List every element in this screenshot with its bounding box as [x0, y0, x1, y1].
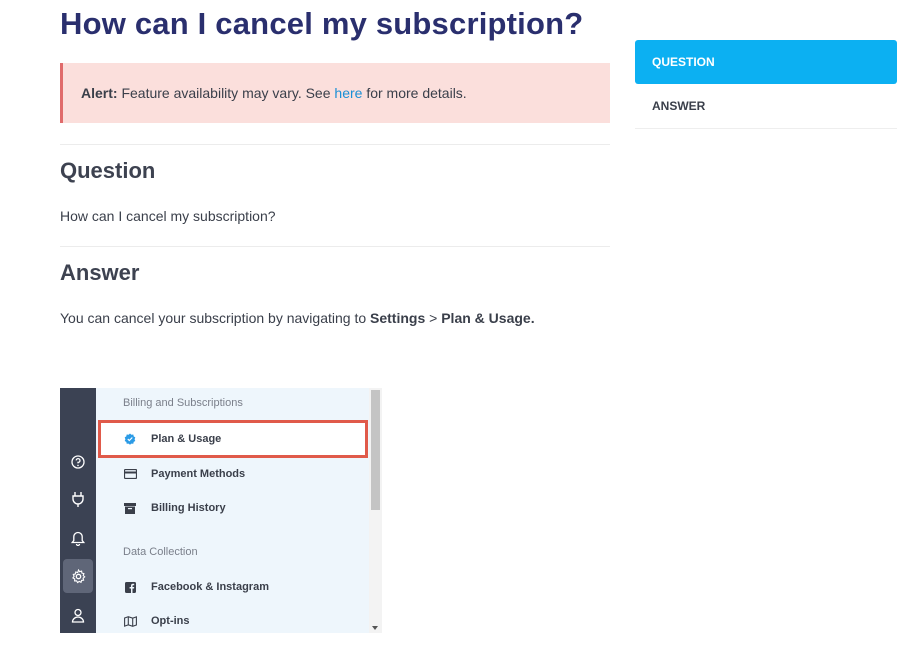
- menu-item-label: Billing History: [151, 502, 226, 514]
- alert-here-link[interactable]: here: [334, 85, 362, 101]
- toc-item-answer[interactable]: ANSWER: [635, 84, 897, 129]
- alert-message: Feature availability may vary. See: [117, 85, 335, 101]
- settings-screenshot: Billing and Subscriptions Data Collectio…: [60, 388, 382, 633]
- archive-box-icon: [123, 501, 137, 515]
- scroll-down-arrow-icon: [372, 626, 378, 630]
- menu-group-billing: Billing and Subscriptions: [123, 397, 243, 409]
- scrollbar-thumb: [371, 390, 380, 510]
- answer-text: You can cancel your subscription by navi…: [60, 310, 535, 326]
- answer-separator: >: [425, 310, 442, 326]
- help-circle-icon: [68, 452, 88, 472]
- menu-item-payment-methods: Payment Methods: [123, 464, 245, 484]
- table-of-contents: QUESTION ANSWER: [635, 40, 897, 129]
- alert-text: Alert: Feature availability may vary. Se…: [81, 85, 467, 101]
- menu-item-opt-ins: Opt-ins: [123, 611, 190, 631]
- alert-message-end: for more details.: [362, 85, 467, 101]
- menu-group-data-collection: Data Collection: [123, 546, 198, 558]
- divider: [60, 246, 610, 247]
- menu-item-label: Facebook & Instagram: [151, 581, 269, 593]
- plug-icon: [68, 489, 88, 509]
- menu-item-label: Plan & Usage: [151, 433, 222, 445]
- menu-item-billing-history: Billing History: [123, 498, 226, 518]
- question-heading: Question: [60, 158, 156, 183]
- menu-item-facebook-instagram: Facebook & Instagram: [123, 577, 269, 597]
- facebook-icon: [123, 580, 137, 594]
- alert-label: Alert:: [81, 85, 118, 101]
- divider: [60, 144, 610, 145]
- menu-item-plan-usage: Plan & Usage: [123, 429, 221, 449]
- answer-text-start: You can cancel your subscription by navi…: [60, 310, 371, 326]
- answer-plan-usage: Plan & Usage.: [441, 310, 535, 326]
- verified-badge-icon: [123, 432, 137, 446]
- screenshot-icon-rail: [60, 388, 96, 633]
- question-text: How can I cancel my subscription?: [60, 208, 276, 224]
- credit-card-icon: [123, 467, 137, 481]
- toc-item-question[interactable]: QUESTION: [635, 40, 897, 84]
- menu-item-label: Opt-ins: [151, 615, 190, 627]
- screenshot-scrollbar: [369, 388, 382, 633]
- answer-heading: Answer: [60, 260, 140, 285]
- page-title: How can I cancel my subscription?: [60, 6, 584, 41]
- bell-icon: [68, 528, 88, 548]
- gear-icon: [68, 566, 88, 586]
- menu-item-label: Payment Methods: [151, 468, 246, 480]
- alert-box: Alert: Feature availability may vary. Se…: [60, 63, 610, 123]
- user-icon: [68, 605, 88, 625]
- answer-settings: Settings: [370, 310, 426, 326]
- map-icon: [123, 614, 137, 628]
